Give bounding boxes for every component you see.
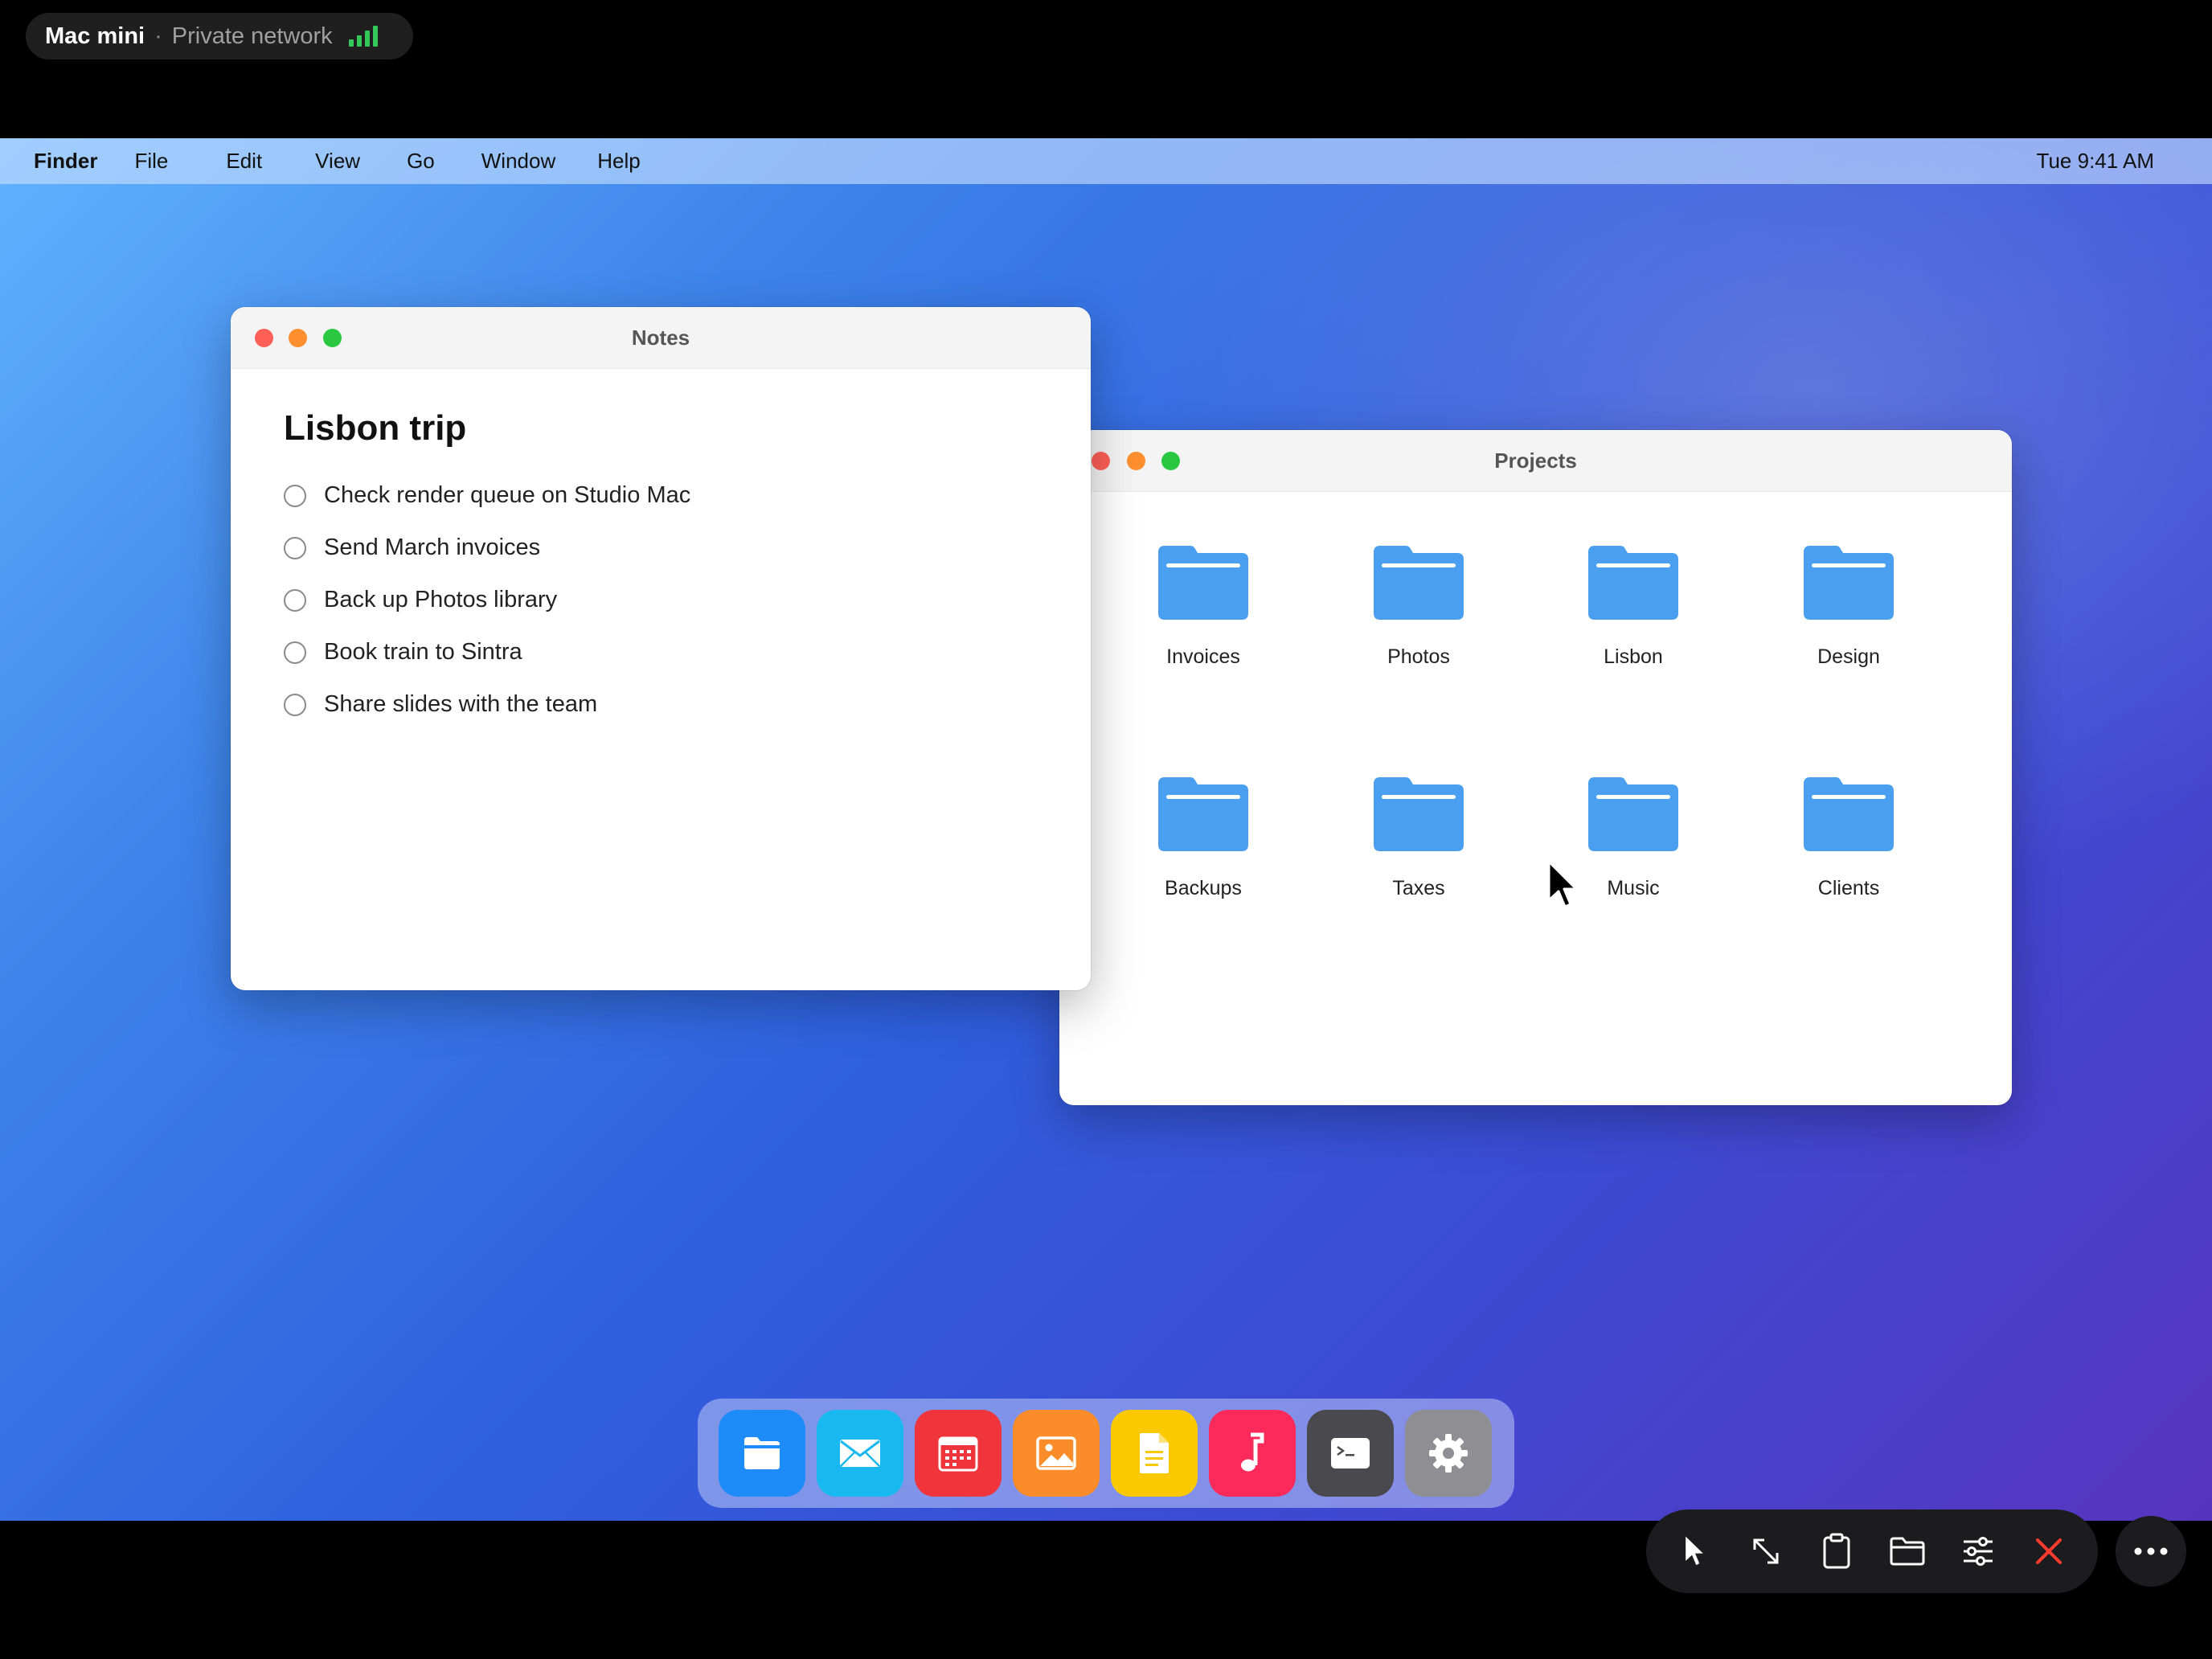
- document-icon: [1140, 1433, 1169, 1473]
- todo-text: Check render queue on Studio Mac: [324, 482, 691, 508]
- menu-help[interactable]: Help: [597, 149, 640, 174]
- todo-item[interactable]: Back up Photos library: [284, 587, 557, 613]
- folder-icon: [1374, 546, 1464, 620]
- menu-bar: Finder File Edit View Go Window Help Tue…: [0, 138, 2212, 184]
- folder-icon: [1588, 546, 1678, 620]
- dock-settings[interactable]: [1405, 1410, 1492, 1497]
- notes-window[interactable]: Notes Lisbon trip Check render queue on …: [231, 307, 1091, 990]
- menu-edit[interactable]: Edit: [226, 149, 262, 174]
- folder-item[interactable]: Clients: [1752, 776, 1945, 936]
- dock-photos[interactable]: [1013, 1410, 1100, 1497]
- envelope-icon: [840, 1440, 880, 1467]
- todo-text: Book train to Sintra: [324, 639, 522, 665]
- settings-sliders-button[interactable]: [1950, 1523, 2006, 1579]
- pointer-tool-button[interactable]: [1667, 1523, 1723, 1579]
- more-icon: [2134, 1547, 2168, 1555]
- connection-status: Mac mini · Private network: [26, 13, 413, 59]
- remote-screen[interactable]: Finder File Edit View Go Window Help Tue…: [0, 138, 2212, 1521]
- folder-item[interactable]: Design: [1752, 544, 1945, 705]
- notes-window-title: Notes: [631, 326, 690, 350]
- dock-pages[interactable]: [1111, 1410, 1198, 1497]
- host-name: Mac mini: [45, 23, 145, 49]
- notes-titlebar[interactable]: Notes: [231, 307, 1091, 369]
- calendar-icon: [938, 1436, 978, 1472]
- dock-finder[interactable]: [719, 1410, 805, 1497]
- network-label: Private network: [171, 23, 333, 49]
- folder-item[interactable]: Backups: [1107, 776, 1300, 936]
- folder-label: Photos: [1387, 645, 1450, 668]
- file-transfer-button[interactable]: [1879, 1523, 1936, 1579]
- sliders-icon: [1964, 1537, 1993, 1566]
- folder-label: Clients: [1817, 877, 1880, 899]
- folder-label: Invoices: [1166, 645, 1240, 668]
- folder-label: Taxes: [1392, 877, 1445, 899]
- menu-finder[interactable]: Finder: [34, 149, 97, 174]
- signal-icon: [348, 26, 378, 47]
- todo-text: Send March invoices: [324, 535, 541, 560]
- projects-window-title: Projects: [1494, 449, 1577, 473]
- folder-item[interactable]: Lisbon: [1537, 544, 1730, 705]
- status-separator: ·: [154, 23, 162, 49]
- folder-icon: [1374, 777, 1464, 851]
- pointer-icon: [1686, 1536, 1703, 1566]
- dock-calendar[interactable]: [915, 1410, 1002, 1497]
- resize-button[interactable]: [1738, 1523, 1794, 1579]
- todo-text: Share slides with the team: [324, 691, 598, 717]
- close-icon: [2036, 1538, 2062, 1564]
- todo-item[interactable]: Book train to Sintra: [284, 639, 522, 666]
- folder-icon: [1158, 546, 1248, 620]
- folder-label: Backups: [1165, 877, 1242, 899]
- checkbox-circle[interactable]: [284, 484, 306, 507]
- dock-music[interactable]: [1209, 1410, 1296, 1497]
- clipboard-button[interactable]: [1809, 1523, 1865, 1579]
- menu-view[interactable]: View: [315, 149, 360, 174]
- todo-item[interactable]: Send March invoices: [284, 535, 540, 561]
- checkbox-circle[interactable]: [284, 536, 306, 559]
- checkbox-circle[interactable]: [284, 641, 306, 664]
- todo-item[interactable]: Check render queue on Studio Mac: [284, 482, 690, 509]
- projects-titlebar[interactable]: Projects: [1059, 430, 2012, 492]
- resize-icon: [1753, 1538, 1779, 1564]
- folder-icon: [1588, 777, 1678, 851]
- folder-label: Lisbon: [1604, 645, 1663, 668]
- projects-window[interactable]: Projects Invoices Photos Lisbon Design Backu…: [1059, 430, 2012, 1105]
- folder-icon: [1158, 777, 1248, 851]
- checkbox-circle[interactable]: [284, 693, 306, 716]
- menu-clock[interactable]: Tue 9:41 AM: [2037, 138, 2154, 184]
- folder-icon: [1804, 777, 1894, 851]
- note-title[interactable]: Lisbon trip: [284, 408, 466, 449]
- remote-toolbar: [1646, 1509, 2098, 1593]
- image-icon: [1036, 1436, 1076, 1470]
- folder-item[interactable]: Music: [1537, 776, 1730, 936]
- terminal-icon: [1331, 1438, 1370, 1469]
- dock-terminal[interactable]: [1307, 1410, 1394, 1497]
- gear-icon: [1429, 1434, 1468, 1473]
- folder-item[interactable]: Photos: [1322, 544, 1515, 705]
- folder-label: Design: [1817, 645, 1880, 668]
- folder-icon: [1890, 1537, 1925, 1566]
- dock: [698, 1399, 1514, 1508]
- folder-icon: [744, 1437, 780, 1469]
- todo-text: Back up Photos library: [324, 587, 558, 612]
- folder-icon: [1804, 546, 1894, 620]
- menu-window[interactable]: Window: [481, 149, 555, 174]
- more-options-button[interactable]: [2116, 1516, 2186, 1587]
- folder-item[interactable]: Taxes: [1322, 776, 1515, 936]
- checkbox-circle[interactable]: [284, 588, 306, 612]
- clipboard-icon: [1823, 1533, 1850, 1569]
- disconnect-button[interactable]: [2021, 1523, 2077, 1579]
- folder-item[interactable]: Invoices: [1107, 544, 1300, 705]
- todo-item[interactable]: Share slides with the team: [284, 691, 597, 718]
- menu-file[interactable]: File: [134, 149, 168, 174]
- mouse-cursor-icon: [1547, 860, 1578, 908]
- menu-go[interactable]: Go: [407, 149, 435, 174]
- music-note-icon: [1241, 1432, 1264, 1472]
- dock-mail[interactable]: [817, 1410, 903, 1497]
